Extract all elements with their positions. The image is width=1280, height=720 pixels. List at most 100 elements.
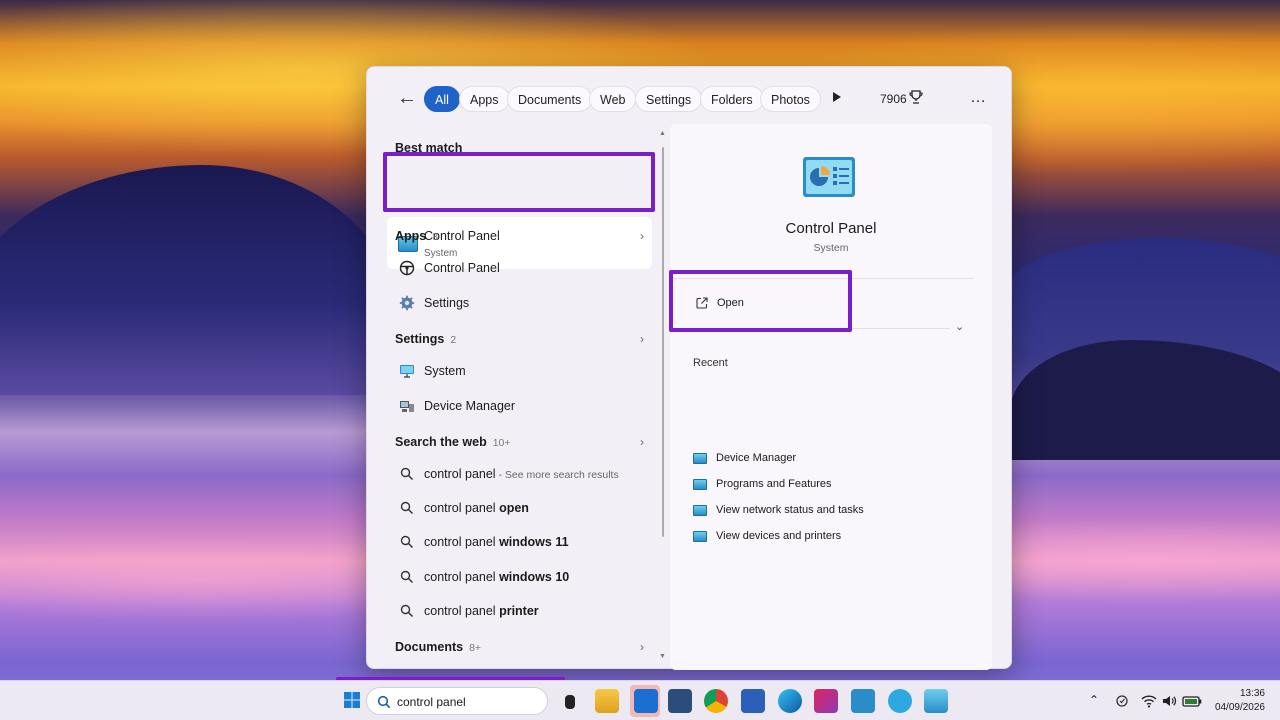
open-external-icon (696, 297, 708, 309)
web-suggestion-item[interactable]: control panel - See more search results (387, 459, 652, 489)
chevron-down-icon[interactable]: ⌄ (955, 320, 964, 333)
outlook-icon[interactable] (634, 689, 658, 713)
recent-item-label: Programs and Features (716, 478, 832, 490)
web-suggestion-item[interactable]: control panel open (387, 493, 652, 523)
scroll-up-arrow-icon[interactable]: ▲ (659, 130, 666, 137)
recent-item-label: Device Manager (716, 452, 797, 464)
settings-section-heading[interactable]: Settings 2 (395, 332, 456, 346)
trophy-icon[interactable] (909, 90, 923, 104)
control-panel-large-icon (803, 157, 855, 197)
web-suggestion-item[interactable]: control panel printer (387, 596, 652, 626)
documents-section-title: Documents (395, 640, 464, 654)
apps-section-heading[interactable]: Apps 3 (395, 229, 438, 243)
filter-bar: ← All Apps Documents Web Settings Folder… (367, 67, 1013, 127)
chevron-right-icon[interactable]: › (640, 332, 644, 346)
web-suggestion-bold: printer (499, 604, 539, 618)
web-suggestion-label: control panel printer (424, 604, 539, 618)
system-clock[interactable]: 13:36 04/09/2026 (1205, 687, 1265, 715)
recent-item[interactable]: View network status and tasks (690, 500, 940, 522)
web-suggestion-prefix: control panel (424, 535, 500, 549)
web-suggestion-suffix: - See more search results (495, 469, 619, 481)
settings-section-title: Settings (395, 332, 445, 346)
search-icon (377, 695, 391, 709)
more-options-icon[interactable]: … (970, 89, 987, 107)
filter-chip-documents[interactable]: Documents (507, 86, 593, 112)
rewards-points: 7906 (880, 92, 907, 106)
setting-item-label: Device Manager (424, 399, 516, 413)
web-suggestion-bold: open (499, 501, 529, 515)
sync-app-icon[interactable] (888, 689, 912, 713)
filter-chip-photos[interactable]: Photos (760, 86, 821, 112)
search-icon (400, 467, 414, 481)
documents-section-count: 8+ (469, 642, 482, 654)
app-item-label: Control Panel (424, 261, 500, 275)
taskbar-search-box[interactable] (366, 687, 548, 715)
taskbar: ⌃ 13:36 04/09/2026 (0, 680, 1280, 720)
photos-icon[interactable] (851, 689, 875, 713)
detail-pane: Control Panel System Open ⌄ Recent Devic… (670, 124, 992, 670)
filter-chip-all[interactable]: All (424, 86, 460, 112)
chrome-icon[interactable] (704, 689, 728, 713)
search-icon (400, 570, 414, 584)
search-icon (400, 604, 414, 618)
recent-item[interactable]: Programs and Features (690, 474, 940, 496)
recent-item[interactable]: Device Manager (690, 448, 940, 470)
filter-chip-settings[interactable]: Settings (635, 86, 703, 112)
scroll-down-arrow-icon[interactable]: ▼ (659, 653, 666, 660)
web-suggestion-prefix: control panel (424, 467, 496, 481)
filter-chip-apps[interactable]: Apps (459, 86, 510, 112)
web-section-heading[interactable]: Search the web 10+ (395, 435, 511, 449)
task-view-icon[interactable] (565, 695, 575, 709)
web-suggestion-label: control panel windows 10 (424, 570, 569, 584)
wifi-icon[interactable] (1141, 693, 1157, 709)
chevron-right-icon[interactable]: › (640, 229, 644, 243)
more-filters-play-icon[interactable] (833, 92, 841, 102)
control-panel-icon (693, 479, 707, 490)
clock-time: 13:36 (1239, 688, 1265, 699)
apps-section-count: 3 (432, 231, 439, 243)
store-icon[interactable] (668, 689, 692, 713)
windows-start-icon[interactable] (344, 692, 360, 708)
best-match-heading: Best match (395, 141, 463, 155)
web-suggestion-bold: windows 11 (499, 535, 569, 549)
system-monitor-icon (400, 365, 414, 378)
open-label: Open (717, 297, 744, 309)
back-arrow-icon[interactable]: ← (395, 87, 419, 111)
shield-tray-icon[interactable] (1114, 693, 1130, 709)
web-suggestion-label: control panel windows 11 (424, 535, 569, 549)
actions-divider (845, 328, 950, 329)
recent-heading: Recent (693, 357, 728, 369)
app-item-settings[interactable]: Settings (387, 288, 652, 318)
web-suggestion-label: control panel open (424, 501, 529, 515)
word-icon[interactable] (741, 689, 765, 713)
edge-icon[interactable] (778, 689, 802, 713)
setting-item-system[interactable]: System (387, 356, 652, 386)
settings-gear-icon (399, 295, 415, 311)
control-panel-taskbar-icon[interactable] (924, 689, 948, 713)
recent-item[interactable]: View devices and printers (690, 526, 940, 548)
chevron-up-icon[interactable]: ⌃ (1089, 693, 1099, 707)
taskbar-search-input[interactable] (397, 693, 542, 711)
chevron-right-icon[interactable]: › (640, 640, 644, 654)
app-item-control-panel[interactable]: Control Panel (387, 253, 652, 283)
chevron-right-icon[interactable]: › (640, 435, 644, 449)
results-scrollbar-thumb[interactable] (662, 147, 664, 537)
recent-item-label: View network status and tasks (716, 504, 864, 516)
control-panel-icon (693, 505, 707, 516)
control-panel-icon (693, 531, 707, 542)
filter-chip-web[interactable]: Web (589, 86, 637, 112)
wallpaper-mountain-right-dark (1010, 340, 1280, 460)
battery-icon[interactable] (1182, 693, 1202, 709)
file-explorer-icon[interactable] (595, 689, 619, 713)
pinned-app-icon[interactable] (814, 689, 838, 713)
open-action[interactable]: Open (680, 286, 840, 320)
web-suggestion-item[interactable]: control panel windows 11 (387, 527, 652, 557)
documents-section-heading[interactable]: Documents 8+ (395, 640, 481, 654)
control-panel-wheel-icon (399, 260, 415, 276)
web-suggestion-item[interactable]: control panel windows 10 (387, 562, 652, 592)
setting-item-device-manager[interactable]: Device Manager (387, 391, 652, 421)
filter-chip-folders[interactable]: Folders (700, 86, 764, 112)
volume-icon[interactable] (1161, 693, 1177, 709)
app-item-label: Settings (424, 296, 470, 310)
setting-item-label: System (424, 364, 466, 378)
